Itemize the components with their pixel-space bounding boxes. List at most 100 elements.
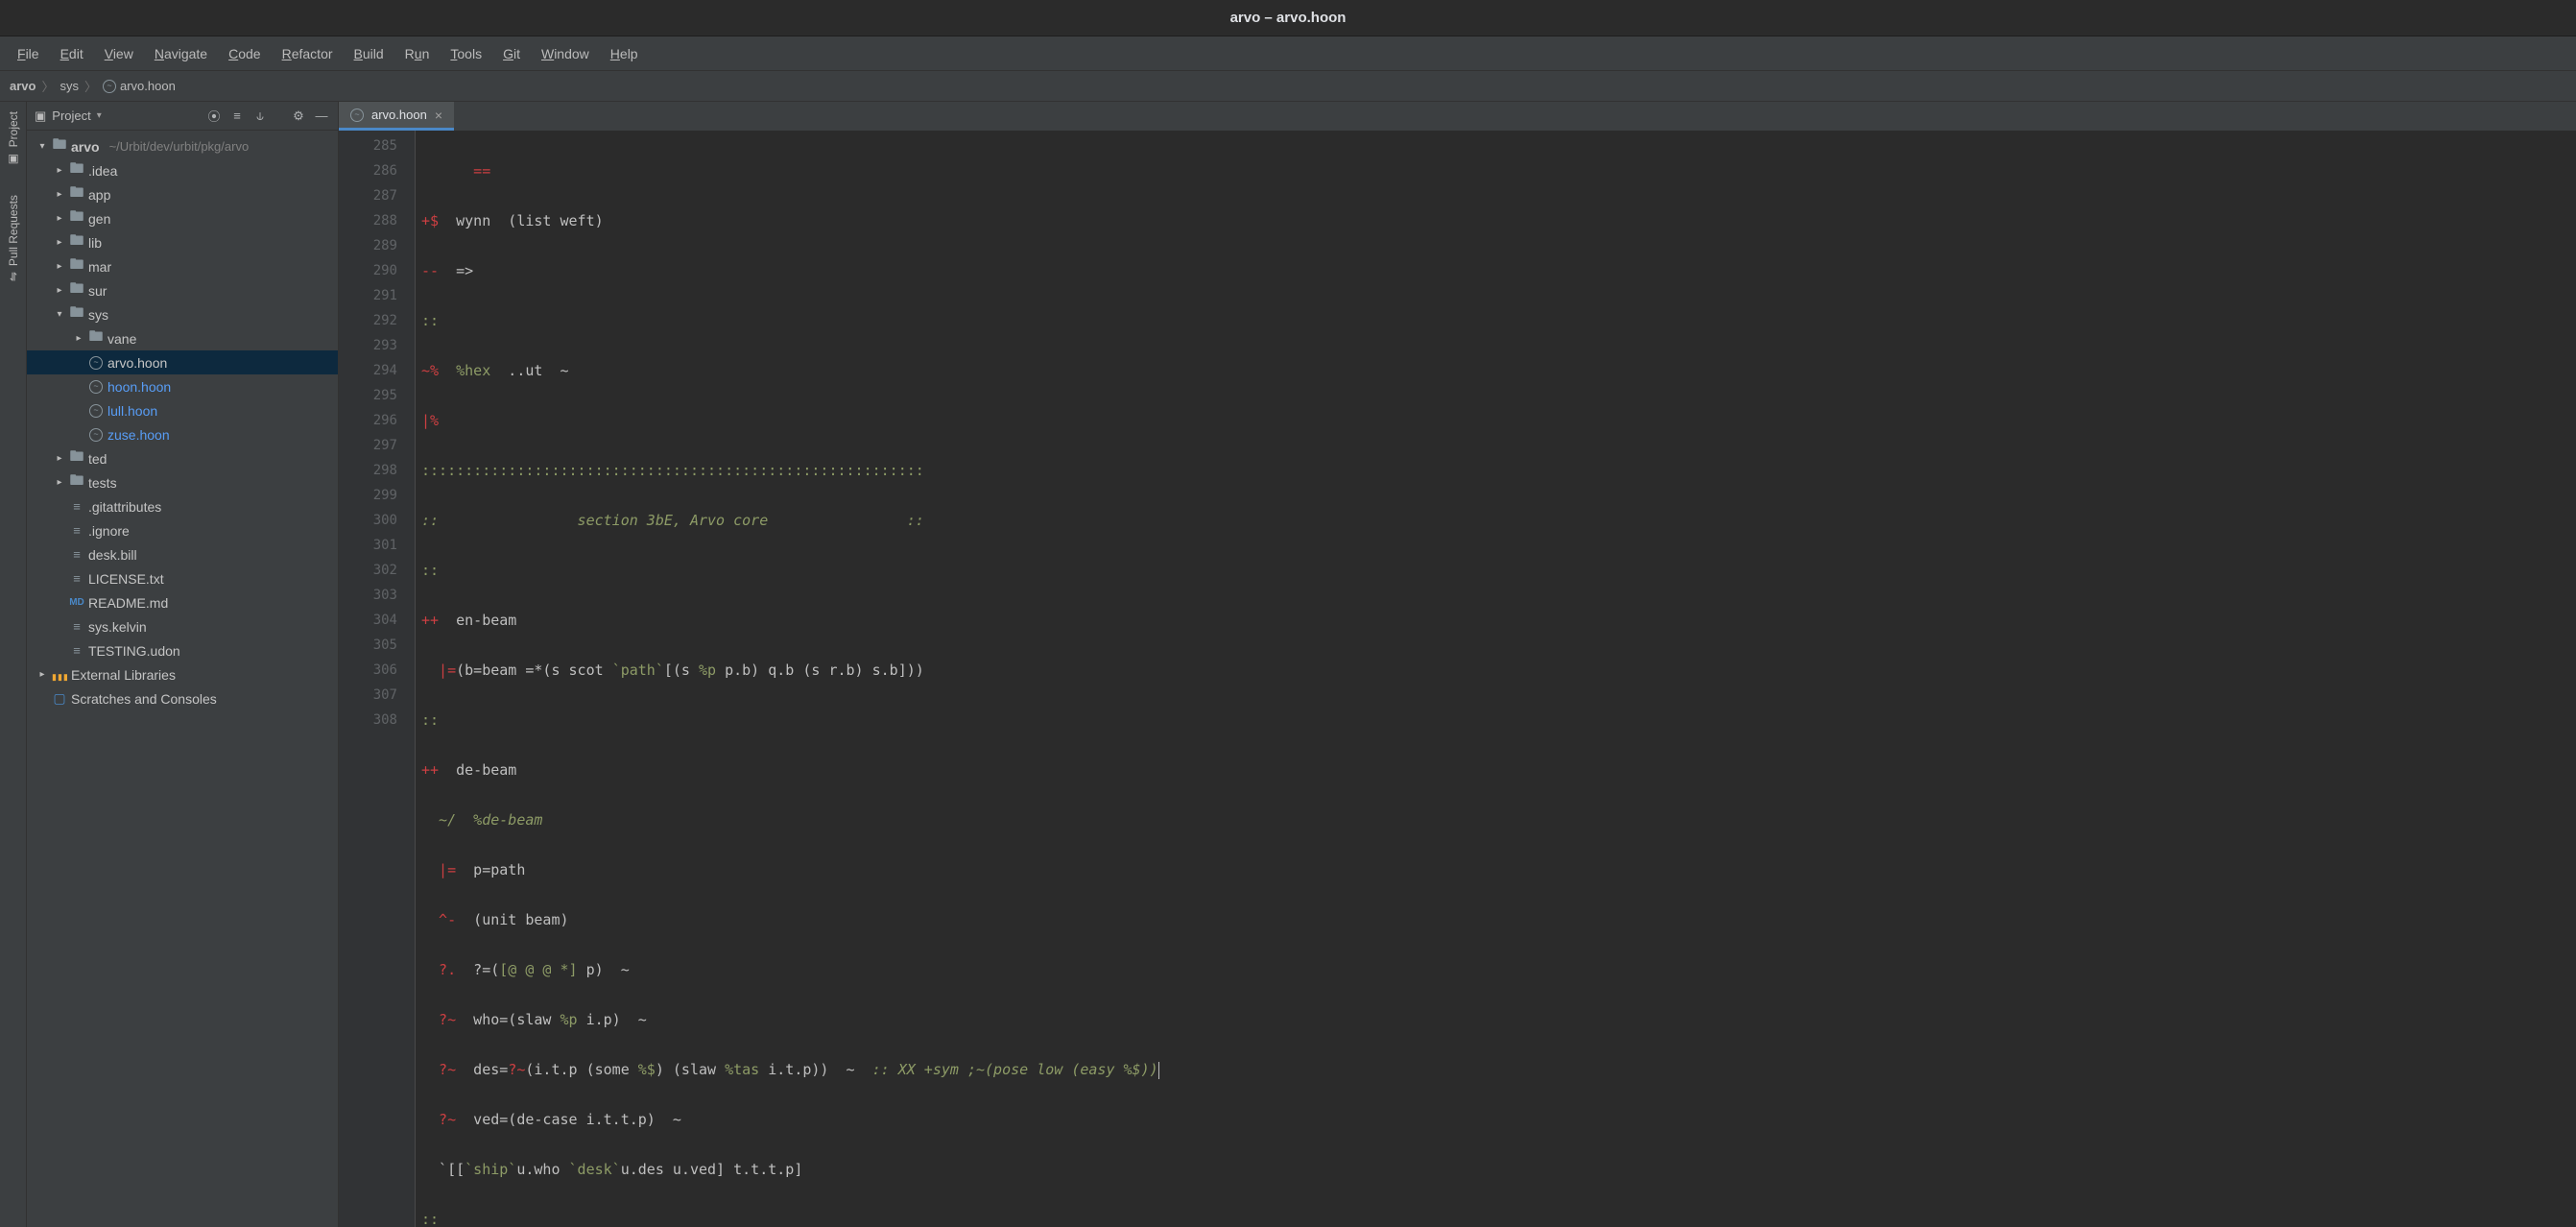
gutter-line: 285 — [339, 133, 397, 158]
minimize-icon[interactable]: — — [313, 108, 330, 125]
menu-tools[interactable]: Tools — [441, 42, 491, 65]
tree-file-gitattributes[interactable]: .gitattributes — [27, 494, 338, 518]
gutter-line: 298 — [339, 458, 397, 483]
tree-file-license[interactable]: LICENSE.txt — [27, 566, 338, 590]
tree-file-arvo-hoon[interactable]: arvo.hoon — [27, 350, 338, 374]
file-icon — [69, 547, 84, 562]
rail-tab-pull-requests[interactable]: ⇋ Pull Requests — [7, 195, 20, 281]
folder-icon — [69, 206, 84, 230]
hoon-file-icon — [88, 428, 104, 442]
file-icon — [69, 619, 84, 634]
menu-git[interactable]: Git — [493, 42, 530, 65]
scratches-icon — [52, 690, 67, 707]
tree-external-libraries[interactable]: ▸External Libraries — [27, 662, 338, 686]
markdown-icon: MD — [69, 597, 84, 608]
tab-label: arvo.hoon — [371, 108, 427, 122]
tab-arvo-hoon[interactable]: arvo.hoon × — [339, 102, 454, 131]
menu-navigate[interactable]: Navigate — [145, 42, 217, 65]
tree-folder-sur[interactable]: ▸sur — [27, 278, 338, 302]
tree-file-lull-hoon[interactable]: lull.hoon — [27, 398, 338, 422]
left-tool-rail: ▣ Project ⇋ Pull Requests — [0, 102, 27, 1227]
close-tab-icon[interactable]: × — [435, 108, 442, 123]
gutter-line: 308 — [339, 708, 397, 733]
tree-scratches[interactable]: Scratches and Consoles — [27, 686, 338, 710]
menu-window[interactable]: Window — [532, 42, 599, 65]
tree-file-readme[interactable]: MDREADME.md — [27, 590, 338, 614]
rail-tab-project[interactable]: ▣ Project — [7, 111, 20, 166]
gutter-line: 289 — [339, 233, 397, 258]
folder-icon — [69, 278, 84, 302]
file-icon — [69, 499, 84, 514]
hoon-file-icon — [88, 380, 104, 394]
menu-help[interactable]: Help — [601, 42, 648, 65]
menu-edit[interactable]: Edit — [51, 42, 93, 65]
gutter-line: 297 — [339, 433, 397, 458]
gutter-line: 304 — [339, 608, 397, 633]
folder-icon — [52, 134, 67, 158]
folder-icon — [69, 230, 84, 254]
editor-code[interactable]: == +$ wynn (list weft) -- => :: ~% %hex … — [416, 131, 2576, 1227]
menu-refactor[interactable]: Refactor — [273, 42, 343, 65]
window-title: arvo – arvo.hoon — [1230, 10, 1347, 26]
tree-root[interactable]: ▾arvo~/Urbit/dev/urbit/pkg/arvo — [27, 134, 338, 158]
locate-icon[interactable]: ⦿ — [205, 108, 223, 125]
titlebar: arvo – arvo.hoon — [0, 0, 2576, 36]
gutter-line: 290 — [339, 258, 397, 283]
menu-view[interactable]: View — [95, 42, 143, 65]
editor-tabs: arvo.hoon × — [339, 102, 2576, 131]
file-icon — [69, 523, 84, 538]
gutter-line: 286 — [339, 158, 397, 183]
folder-icon — [69, 302, 84, 326]
folder-icon — [69, 254, 84, 278]
gutter-line: 287 — [339, 183, 397, 208]
editor-body[interactable]: 2852862872882892902912922932942952962972… — [339, 131, 2576, 1227]
settings-icon[interactable]: ⚙ — [290, 108, 307, 125]
editor-gutter: 2852862872882892902912922932942952962972… — [339, 131, 416, 1227]
hoon-file-icon — [350, 108, 364, 122]
tree-folder-mar[interactable]: ▸mar — [27, 254, 338, 278]
menu-file[interactable]: File — [8, 42, 49, 65]
pull-requests-rail-icon: ⇋ — [7, 272, 20, 281]
menu-code[interactable]: Code — [219, 42, 270, 65]
tree-file-deskbill[interactable]: desk.bill — [27, 542, 338, 566]
breadcrumb-folder[interactable]: sys — [60, 79, 79, 93]
project-tree: ▾arvo~/Urbit/dev/urbit/pkg/arvo ▸.idea ▸… — [27, 131, 338, 1227]
tree-folder-tests[interactable]: ▸tests — [27, 470, 338, 494]
tree-folder-app[interactable]: ▸app — [27, 182, 338, 206]
tree-file-testing[interactable]: TESTING.udon — [27, 638, 338, 662]
project-selector[interactable]: ▣ Project ▾ — [35, 108, 102, 124]
editor-caret — [1158, 1062, 1159, 1079]
expand-all-icon[interactable]: ≡ — [228, 108, 246, 125]
folder-icon — [88, 326, 104, 350]
chevron-down-icon: ▾ — [97, 110, 102, 121]
menubar: File Edit View Navigate Code Refactor Bu… — [0, 36, 2576, 71]
tree-folder-vane[interactable]: ▸vane — [27, 326, 338, 350]
gutter-line: 292 — [339, 308, 397, 333]
tree-folder-lib[interactable]: ▸lib — [27, 230, 338, 254]
tree-folder-gen[interactable]: ▸gen — [27, 206, 338, 230]
breadcrumb-file[interactable]: arvo.hoon — [103, 79, 176, 93]
gutter-line: 306 — [339, 658, 397, 683]
tree-folder-idea[interactable]: ▸.idea — [27, 158, 338, 182]
gutter-line: 305 — [339, 633, 397, 658]
tree-file-zuse-hoon[interactable]: zuse.hoon — [27, 422, 338, 446]
editor-area: arvo.hoon × 2852862872882892902912922932… — [339, 102, 2576, 1227]
gutter-line: 288 — [339, 208, 397, 233]
gutter-line: 307 — [339, 683, 397, 708]
gutter-line: 299 — [339, 483, 397, 508]
breadcrumb-root[interactable]: arvo — [10, 79, 36, 93]
project-rail-icon: ▣ — [7, 153, 20, 166]
menu-run[interactable]: Run — [395, 42, 440, 65]
tree-file-ignore[interactable]: .ignore — [27, 518, 338, 542]
collapse-all-icon[interactable]: ⫝ — [251, 108, 269, 125]
tree-file-hoon-hoon[interactable]: hoon.hoon — [27, 374, 338, 398]
tree-folder-sys[interactable]: ▾sys — [27, 302, 338, 326]
tree-file-syskelvin[interactable]: sys.kelvin — [27, 614, 338, 638]
tree-folder-ted[interactable]: ▸ted — [27, 446, 338, 470]
gutter-line: 294 — [339, 358, 397, 383]
breadcrumb-separator: 〉 — [84, 77, 97, 95]
external-libraries-icon — [52, 667, 67, 683]
menu-build[interactable]: Build — [345, 42, 394, 65]
hoon-file-icon — [88, 404, 104, 418]
gutter-line: 291 — [339, 283, 397, 308]
